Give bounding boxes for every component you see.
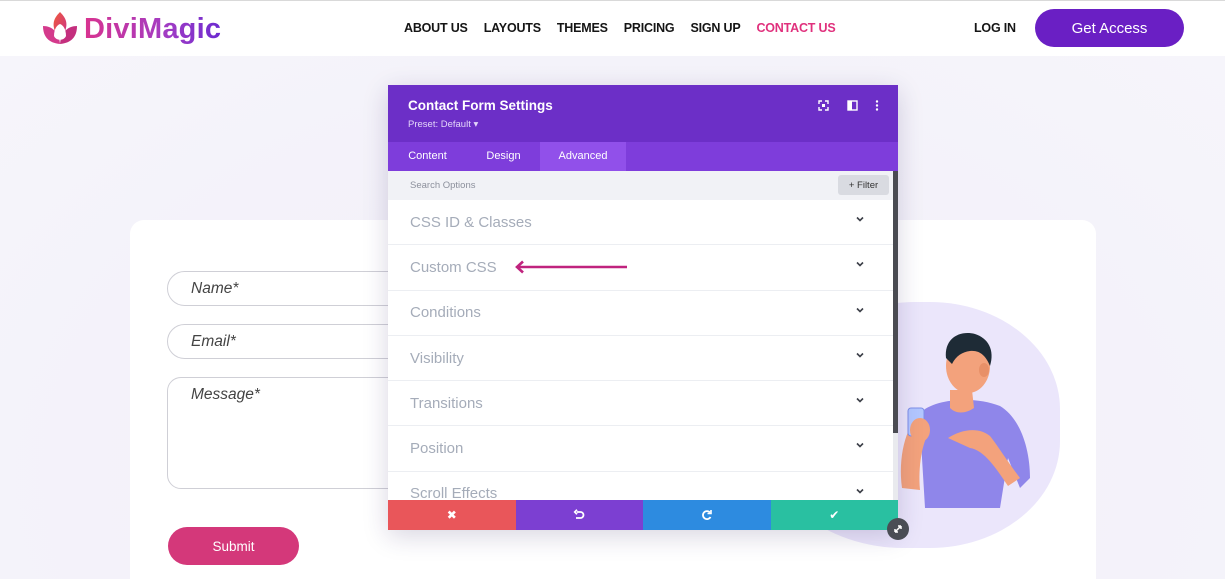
name-field[interactable]: Name* — [167, 271, 407, 306]
section-position[interactable]: Position — [388, 426, 893, 472]
options-list: CSS ID & Classes Custom CSS Conditions V… — [388, 200, 893, 500]
chevron-down-icon — [856, 352, 864, 358]
person-with-phone-illustration — [900, 333, 1030, 508]
chevron-down-icon — [856, 307, 864, 313]
section-visibility[interactable]: Visibility — [388, 336, 893, 382]
nav-layouts[interactable]: LAYOUTS — [484, 21, 541, 35]
undo-button[interactable] — [515, 500, 643, 530]
save-check-icon: ✔ — [829, 508, 840, 522]
settings-modal: Contact Form Settings Preset: Default ▾ … — [388, 85, 898, 531]
modal-header: Contact Form Settings Preset: Default ▾ — [388, 85, 898, 142]
preset-dropdown[interactable]: Preset: Default ▾ — [408, 119, 478, 130]
chevron-down-icon — [856, 443, 864, 449]
chevron-down-icon — [856, 262, 864, 267]
name-placeholder: Name* — [191, 279, 239, 297]
modal-action-bar: ✖ ✔ — [388, 500, 898, 530]
nav-themes[interactable]: THEMES — [557, 21, 608, 35]
section-label: Scroll Effects — [410, 485, 498, 500]
search-options[interactable]: Search Options + Filter — [388, 171, 893, 200]
lotus-logo-icon — [43, 12, 77, 44]
more-options-icon[interactable] — [875, 100, 879, 114]
resize-arrows-icon — [894, 525, 902, 533]
submit-button[interactable]: Submit — [168, 527, 299, 565]
email-placeholder: Email* — [191, 332, 236, 350]
redo-button[interactable] — [643, 500, 771, 530]
chevron-down-icon — [856, 216, 864, 222]
annotation-arrow-icon — [515, 260, 627, 274]
tab-advanced[interactable]: Advanced — [540, 142, 626, 171]
tab-design[interactable]: Design — [467, 142, 540, 171]
chevron-down-icon — [856, 398, 864, 403]
modal-title: Contact Form Settings — [408, 98, 553, 113]
section-custom-css[interactable]: Custom CSS — [388, 245, 893, 291]
modal-tabs: Content Design Advanced — [388, 142, 898, 171]
nav-about-us[interactable]: ABOUT US — [404, 21, 468, 35]
message-placeholder: Message* — [191, 386, 260, 403]
undo-icon — [573, 509, 585, 519]
section-scroll-effects[interactable]: Scroll Effects — [388, 472, 893, 500]
chevron-down-icon — [856, 488, 864, 494]
section-label: Visibility — [410, 349, 464, 367]
email-field[interactable]: Email* — [167, 324, 407, 359]
login-link[interactable]: LOG IN — [974, 21, 1016, 35]
main-nav: ABOUT US LAYOUTS THEMES PRICING SIGN UP … — [404, 21, 836, 35]
section-css-id-classes[interactable]: CSS ID & Classes — [388, 200, 893, 246]
section-label: Position — [410, 440, 464, 458]
discard-icon: ✖ — [446, 508, 457, 522]
tab-content[interactable]: Content — [388, 142, 467, 171]
get-access-button[interactable]: Get Access — [1035, 9, 1184, 47]
split-view-icon[interactable] — [847, 100, 858, 114]
nav-pricing[interactable]: PRICING — [624, 21, 675, 35]
filter-button[interactable]: + Filter — [838, 175, 889, 195]
resize-handle[interactable] — [887, 518, 909, 540]
save-button[interactable]: ✔ — [770, 500, 898, 530]
section-label: Transitions — [410, 394, 483, 412]
section-label: CSS ID & Classes — [410, 213, 532, 231]
logo-text: DiviMagic — [84, 12, 222, 45]
section-conditions[interactable]: Conditions — [388, 291, 893, 336]
discard-button[interactable]: ✖ — [388, 500, 516, 530]
scrollbar-thumb[interactable] — [893, 171, 898, 433]
section-label: Custom CSS — [410, 258, 497, 276]
section-label: Conditions — [410, 304, 481, 322]
fullscreen-icon[interactable] — [818, 100, 829, 114]
nav-sign-up[interactable]: SIGN UP — [690, 21, 740, 35]
section-transitions[interactable]: Transitions — [388, 381, 893, 427]
site-header: DiviMagic ABOUT US LAYOUTS THEMES PRICIN… — [0, 0, 1225, 56]
nav-contact-us[interactable]: CONTACT US — [756, 21, 835, 35]
search-placeholder: Search Options — [410, 180, 476, 191]
message-field[interactable]: Message* — [167, 377, 407, 489]
redo-icon — [701, 510, 712, 520]
logo[interactable]: DiviMagic — [40, 10, 221, 48]
